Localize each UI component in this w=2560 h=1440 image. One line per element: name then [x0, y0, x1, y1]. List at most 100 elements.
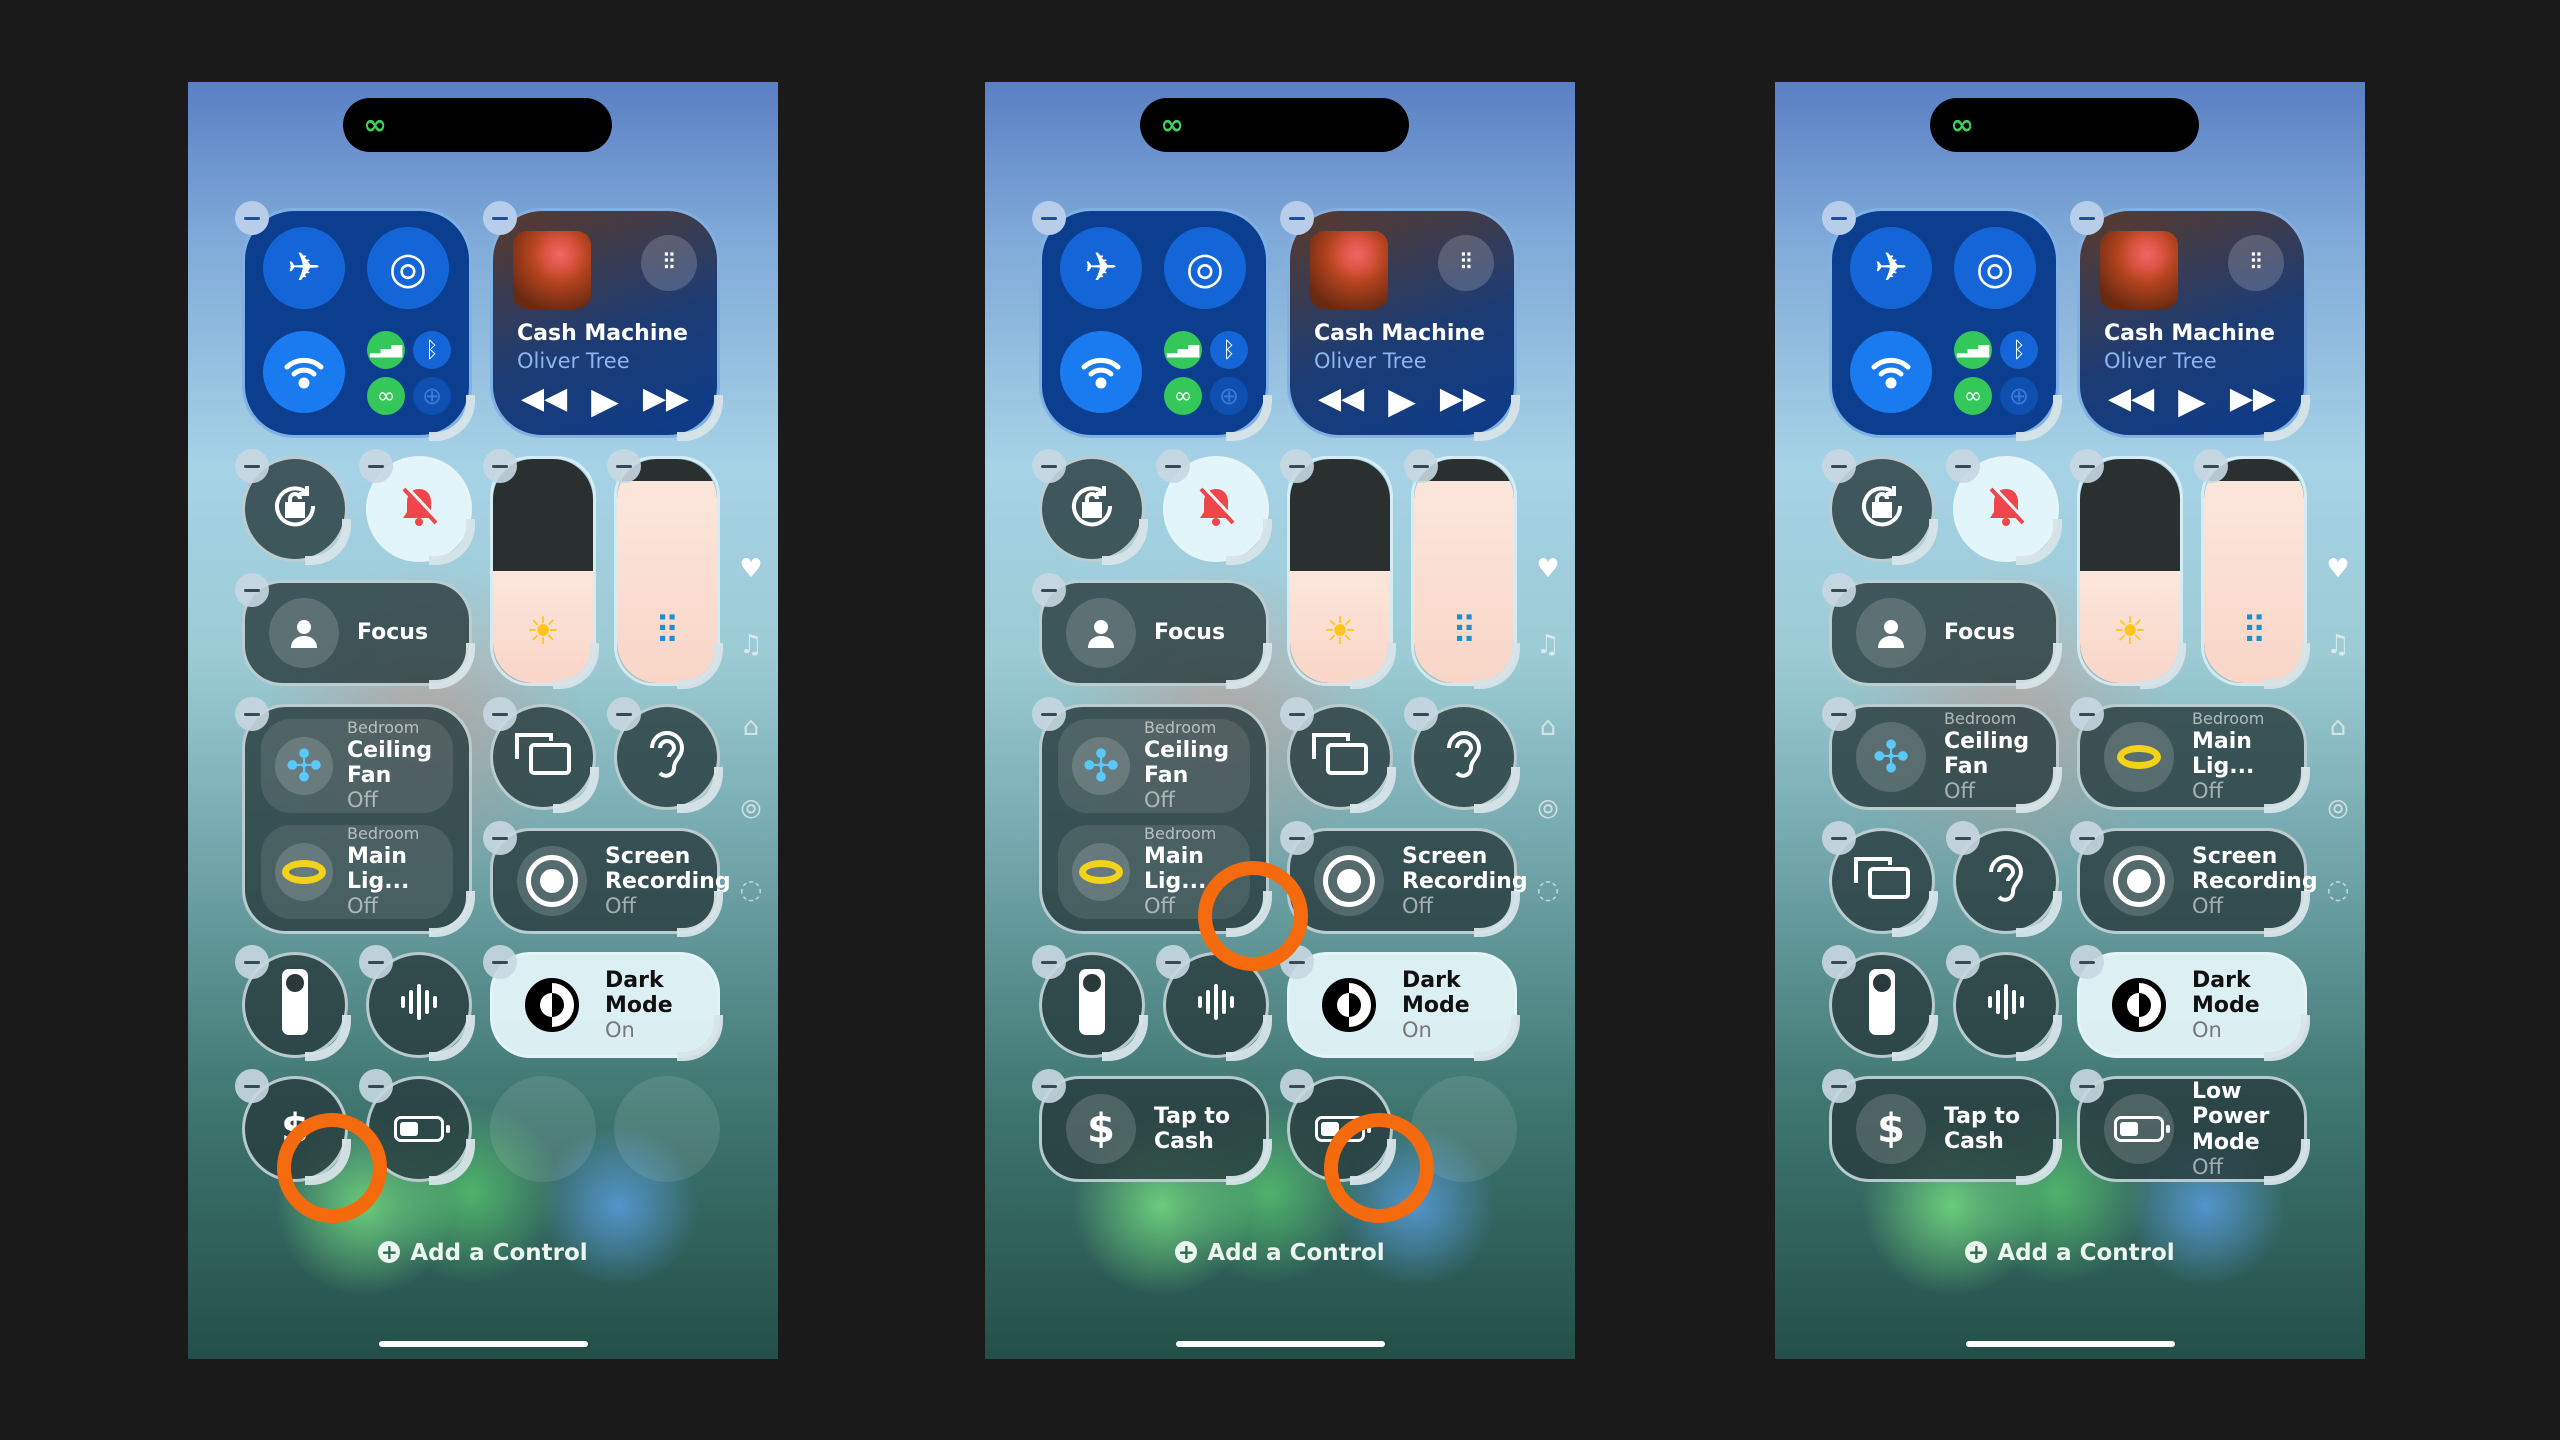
airpods-output-button[interactable]: ⫶⫶ — [2228, 235, 2284, 291]
airplane-mode-button[interactable]: ✈ — [1060, 227, 1142, 309]
remove-control-button[interactable] — [2070, 821, 2104, 855]
rewind-icon[interactable]: ◀◀ — [1318, 381, 1364, 422]
resize-handle[interactable] — [429, 519, 475, 565]
hearing-button[interactable] — [1404, 697, 1520, 813]
home-indicator[interactable] — [1176, 1341, 1385, 1347]
resize-handle[interactable] — [2264, 767, 2310, 813]
resize-handle[interactable] — [305, 1015, 351, 1061]
screenrec-button[interactable]: Screen Recording Off — [1280, 821, 1528, 937]
remote-button[interactable] — [1032, 945, 1148, 1061]
remove-control-button[interactable] — [607, 449, 641, 483]
remove-control-button[interactable] — [483, 449, 517, 483]
mute-button[interactable] — [1946, 449, 2062, 565]
home-icon[interactable]: ⌂ — [736, 712, 766, 742]
remove-control-button[interactable] — [483, 945, 517, 979]
remove-control-button[interactable] — [1156, 945, 1190, 979]
voice-button[interactable] — [1946, 945, 2062, 1061]
remove-control-button[interactable] — [359, 945, 393, 979]
resize-handle[interactable] — [1892, 1015, 1938, 1061]
bluetooth-button[interactable]: ᛒ — [413, 331, 451, 369]
resize-handle[interactable] — [2264, 891, 2310, 937]
fan-control[interactable]: ✣ Bedroom Ceiling Fan Off — [1058, 719, 1250, 813]
resize-handle[interactable] — [429, 891, 475, 937]
resize-handle[interactable] — [2016, 1139, 2062, 1185]
play-icon[interactable]: ▶ — [591, 381, 619, 422]
dashed-circle-icon[interactable]: ◌ — [2323, 875, 2353, 905]
resize-handle[interactable] — [1226, 643, 1272, 689]
remove-control-button[interactable] — [2194, 449, 2228, 483]
add-control-button[interactable]: + Add a Control — [1775, 1240, 2365, 1266]
mute-button[interactable] — [1156, 449, 1272, 565]
resize-handle[interactable] — [677, 395, 723, 441]
orientation-button[interactable] — [1032, 449, 1148, 565]
hotspot-button[interactable]: ∞ — [1954, 377, 1992, 415]
wifi-button[interactable] — [1060, 331, 1142, 413]
resize-handle[interactable] — [429, 643, 475, 689]
remove-control-button[interactable] — [359, 449, 393, 483]
airdrop-button[interactable]: ◎ — [1954, 227, 2036, 309]
now-playing-module[interactable]: ⫶⫶ Cash Machine Oliver Tree ◀◀ ▶ ▶▶ — [2070, 201, 2310, 441]
heart-icon[interactable]: ♥ — [2323, 554, 2353, 584]
play-icon[interactable]: ▶ — [1388, 381, 1416, 422]
remove-control-button[interactable] — [483, 697, 517, 731]
empty-slot[interactable] — [614, 1076, 720, 1182]
resize-handle[interactable] — [2264, 395, 2310, 441]
resize-handle[interactable] — [1102, 519, 1148, 565]
remove-control-button[interactable] — [1280, 821, 1314, 855]
resize-handle[interactable] — [1474, 1015, 1520, 1061]
add-control-button[interactable]: + Add a Control — [985, 1240, 1575, 1266]
light-button[interactable]: Bedroom Main Lig... Off — [2070, 697, 2310, 813]
remove-control-button[interactable] — [483, 201, 517, 235]
wifi-button[interactable] — [1850, 331, 1932, 413]
remove-control-button[interactable] — [1822, 697, 1856, 731]
cellular-button[interactable]: ▂▄▆ — [1954, 331, 1992, 369]
remove-control-button[interactable] — [2070, 945, 2104, 979]
remove-control-button[interactable] — [1404, 449, 1438, 483]
tapcash-button[interactable]: $ Tap to Cash — [1032, 1069, 1272, 1185]
resize-handle[interactable] — [2264, 1015, 2310, 1061]
lowpower-button[interactable]: Low Power Mode Off — [2070, 1069, 2310, 1185]
remove-control-button[interactable] — [1032, 449, 1066, 483]
focus-button[interactable]: Focus — [1032, 573, 1272, 689]
mute-button[interactable] — [359, 449, 475, 565]
remove-control-button[interactable] — [1822, 573, 1856, 607]
cellular-button[interactable]: ▂▄▆ — [367, 331, 405, 369]
antenna-icon[interactable]: ⦾ — [2323, 795, 2353, 826]
resize-handle[interactable] — [1226, 519, 1272, 565]
bluetooth-button[interactable]: ᛒ — [2000, 331, 2038, 369]
dashed-circle-icon[interactable]: ◌ — [736, 875, 766, 905]
resize-handle[interactable] — [2016, 395, 2062, 441]
tapcash-button[interactable]: $ Tap to Cash — [1822, 1069, 2062, 1185]
rewind-icon[interactable]: ◀◀ — [2108, 381, 2154, 422]
resize-handle[interactable] — [1892, 891, 1938, 937]
resize-handle[interactable] — [677, 767, 723, 813]
remove-control-button[interactable] — [483, 821, 517, 855]
remove-control-button[interactable] — [2070, 1069, 2104, 1103]
resize-handle[interactable] — [677, 1015, 723, 1061]
connectivity-module[interactable]: ✈ ◎ ▂▄▆ ᛒ ∞ ⊕ — [1822, 201, 2062, 441]
darkmode-button[interactable]: Dark Mode On — [1280, 945, 1520, 1061]
remove-control-button[interactable] — [1032, 945, 1066, 979]
remove-control-button[interactable] — [359, 1069, 393, 1103]
remove-control-button[interactable] — [1032, 573, 1066, 607]
resize-handle[interactable] — [1474, 767, 1520, 813]
remote-button[interactable] — [235, 945, 351, 1061]
home-icon[interactable]: ⌂ — [1533, 712, 1563, 742]
remove-control-button[interactable] — [1032, 201, 1066, 235]
music-icon[interactable]: ♫ — [2323, 630, 2353, 660]
resize-handle[interactable] — [677, 891, 723, 937]
resize-handle[interactable] — [1226, 395, 1272, 441]
hotspot-button[interactable]: ∞ — [1164, 377, 1202, 415]
airdrop-button[interactable]: ◎ — [367, 227, 449, 309]
remove-control-button[interactable] — [235, 945, 269, 979]
remove-control-button[interactable] — [1032, 1069, 1066, 1103]
light-control[interactable]: Bedroom Main Lig... Off — [261, 825, 453, 919]
heart-icon[interactable]: ♥ — [1533, 554, 1563, 584]
fan-control[interactable]: ✣ Bedroom Ceiling Fan Off — [261, 719, 453, 813]
music-icon[interactable]: ♫ — [1533, 630, 1563, 660]
darkmode-button[interactable]: Dark Mode On — [2070, 945, 2310, 1061]
connectivity-module[interactable]: ✈ ◎ ▂▄▆ ᛒ ∞ ⊕ — [235, 201, 475, 441]
airplane-mode-button[interactable]: ✈ — [263, 227, 345, 309]
focus-button[interactable]: Focus — [235, 573, 475, 689]
now-playing-module[interactable]: ⫶⫶ Cash Machine Oliver Tree ◀◀ ▶ ▶▶ — [483, 201, 723, 441]
